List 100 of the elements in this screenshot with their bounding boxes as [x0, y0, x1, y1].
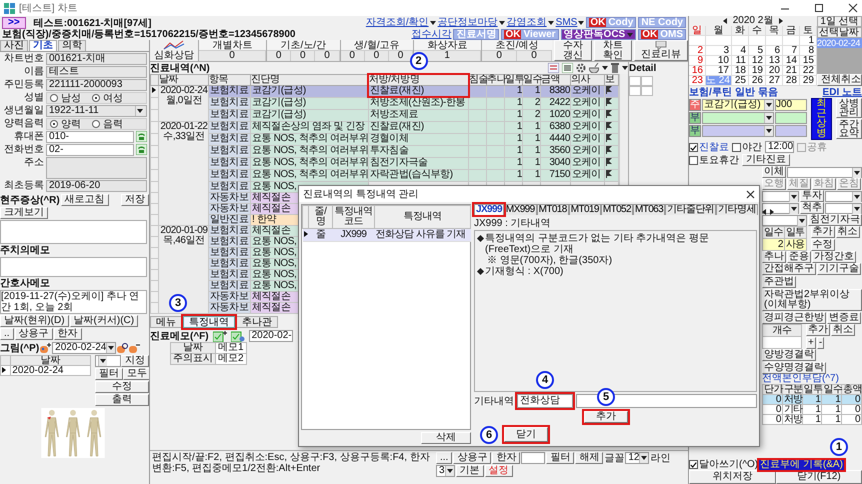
button[interactable]: +: [806, 337, 816, 349]
select-day-button[interactable]: 1일 선택: [817, 16, 862, 27]
calendar-day[interactable]: 18: [732, 66, 749, 76]
button[interactable]: 해제: [575, 452, 604, 464]
text-field[interactable]: 전화상담: [517, 394, 573, 408]
button[interactable]: 기기구술: [817, 263, 861, 275]
button[interactable]: 필터: [546, 452, 574, 464]
button[interactable]: 양방경결락: [762, 349, 816, 361]
button[interactable]: 닫기: [504, 427, 548, 442]
tab[interactable]: MT063: [632, 204, 666, 215]
calendar-day[interactable]: 2: [689, 46, 706, 56]
button[interactable]: 수양명경결락: [762, 362, 826, 374]
calendar-day[interactable]: 1: [800, 36, 817, 46]
button[interactable]: 추가: [810, 226, 835, 238]
calendar-day[interactable]: 25: [732, 76, 749, 86]
calendar-day[interactable]: 17: [706, 66, 732, 76]
tab[interactable]: MX999: [504, 204, 537, 215]
tab[interactable]: MT018: [536, 204, 569, 215]
tab[interactable]: 기타명세: [716, 204, 758, 215]
diagnosis-field[interactable]: 코감기(급성): [702, 99, 774, 111]
button[interactable]: 날짜(현위)(D): [0, 315, 69, 327]
calendar-day[interactable]: 15: [800, 56, 817, 66]
button[interactable]: 상용구: [453, 452, 492, 464]
phone-field[interactable]: 02-: [46, 144, 134, 156]
calendar-day[interactable]: 6: [766, 46, 783, 56]
button[interactable]: 주간요약: [836, 119, 862, 139]
date-select[interactable]: 2020-02-24: [52, 342, 116, 354]
date-select[interactable]: 1922-11-11: [46, 105, 147, 117]
calendar-day[interactable]: 19: [749, 66, 766, 76]
button[interactable]: 새로고침: [60, 194, 109, 206]
button[interactable]: 추가: [806, 324, 830, 336]
button[interactable]: 경피경근한방: [762, 312, 826, 324]
button[interactable]: 날짜(커서)(C): [70, 315, 138, 327]
button[interactable]: 척추: [800, 202, 824, 214]
button[interactable]: 한자: [54, 328, 82, 340]
calendar-day[interactable]: 16: [689, 66, 706, 76]
button[interactable]: ..: [0, 328, 14, 340]
link[interactable]: EDI 노트: [822, 88, 862, 98]
button[interactable]: 한자: [492, 452, 520, 464]
button[interactable]: 설정: [484, 465, 513, 477]
calendar-day[interactable]: 3: [706, 46, 732, 56]
button[interactable]: 기타진료: [742, 154, 790, 166]
button[interactable]: 위치저장: [689, 470, 776, 484]
button[interactable]: 투자: [800, 190, 824, 202]
button[interactable]: 필터: [95, 368, 123, 380]
button[interactable]: 출력: [95, 394, 149, 406]
tab[interactable]: 일반: [734, 88, 755, 98]
link[interactable]: 접수시각: [411, 29, 452, 40]
button[interactable]: 전체취소: [817, 74, 862, 86]
button[interactable]: 자락관법2부위이상(이체부항): [762, 289, 862, 311]
text-field[interactable]: 221111-2000093: [46, 79, 147, 91]
button[interactable]: 주관법: [762, 276, 796, 288]
tab[interactable]: 의학: [58, 40, 86, 51]
button[interactable]: 변증료: [827, 312, 861, 324]
text-area[interactable]: [2019-11-27(수)오케이] 추나 연간 1회, 오늘 2회: [0, 290, 147, 314]
text-field[interactable]: 2019-06-20: [46, 180, 147, 192]
tab[interactable]: 가정간호: [812, 251, 856, 263]
button[interactable]: 삭제: [421, 432, 471, 444]
tab[interactable]: 보험/루틴: [689, 88, 732, 98]
tab[interactable]: 기타줄단위: [665, 204, 716, 215]
button[interactable]: -: [816, 337, 824, 349]
tab[interactable]: JX999: [474, 204, 504, 215]
link[interactable]: 전액본인부담(^7): [762, 374, 862, 384]
button[interactable]: ...: [436, 452, 452, 464]
calendar-day[interactable]: 13: [766, 56, 783, 66]
button[interactable]: 모두: [123, 368, 149, 380]
calendar-day[interactable]: 20: [766, 66, 783, 76]
button[interactable]: 크게보기: [0, 207, 48, 219]
menu-button[interactable]: 공단정보마당: [438, 17, 505, 28]
button[interactable]: 추가: [584, 411, 628, 423]
button[interactable]: 이체: [762, 166, 786, 178]
calendar-day[interactable]: 4: [732, 46, 749, 56]
button[interactable]: 저장: [121, 194, 149, 206]
button[interactable]: 수정: [810, 239, 835, 251]
toolbar-button[interactable]: OK Cody: [586, 17, 636, 28]
calendar-day[interactable]: 7: [783, 46, 800, 56]
tab[interactable]: 추나관: [236, 316, 278, 328]
tab[interactable]: 묶음: [758, 88, 778, 98]
toolbar-button[interactable]: OK Viewer: [501, 29, 559, 40]
tab[interactable]: 기초: [29, 40, 57, 51]
button[interactable]: 지정: [121, 355, 149, 367]
calendar-day[interactable]: 12: [749, 56, 766, 66]
code-field[interactable]: J00: [775, 99, 807, 111]
menu-button[interactable]: 자격조회/확인: [366, 17, 436, 28]
calendar-day[interactable]: 23: [689, 76, 706, 86]
calendar-day[interactable]: 22: [800, 66, 817, 76]
calendar-day[interactable]: 28: [783, 76, 800, 86]
button[interactable]: 상용구: [14, 328, 53, 340]
button[interactable]: 간접해주구: [762, 263, 816, 275]
button[interactable]: 취소: [831, 324, 855, 336]
tab[interactable]: MT019: [568, 204, 601, 215]
toolbar-button[interactable]: 영상판독OCS: [560, 29, 636, 40]
button[interactable]: 취소: [836, 226, 860, 238]
menu-button[interactable]: 감염조회: [506, 17, 554, 28]
tab[interactable]: 메뉴: [150, 316, 182, 328]
calendar-day[interactable]: 8: [800, 46, 817, 56]
button[interactable]: 수정: [95, 381, 149, 393]
calendar-day[interactable]: 11: [732, 56, 749, 66]
tab[interactable]: 특정내역: [183, 316, 235, 328]
time-field[interactable]: 12:00: [765, 141, 794, 153]
